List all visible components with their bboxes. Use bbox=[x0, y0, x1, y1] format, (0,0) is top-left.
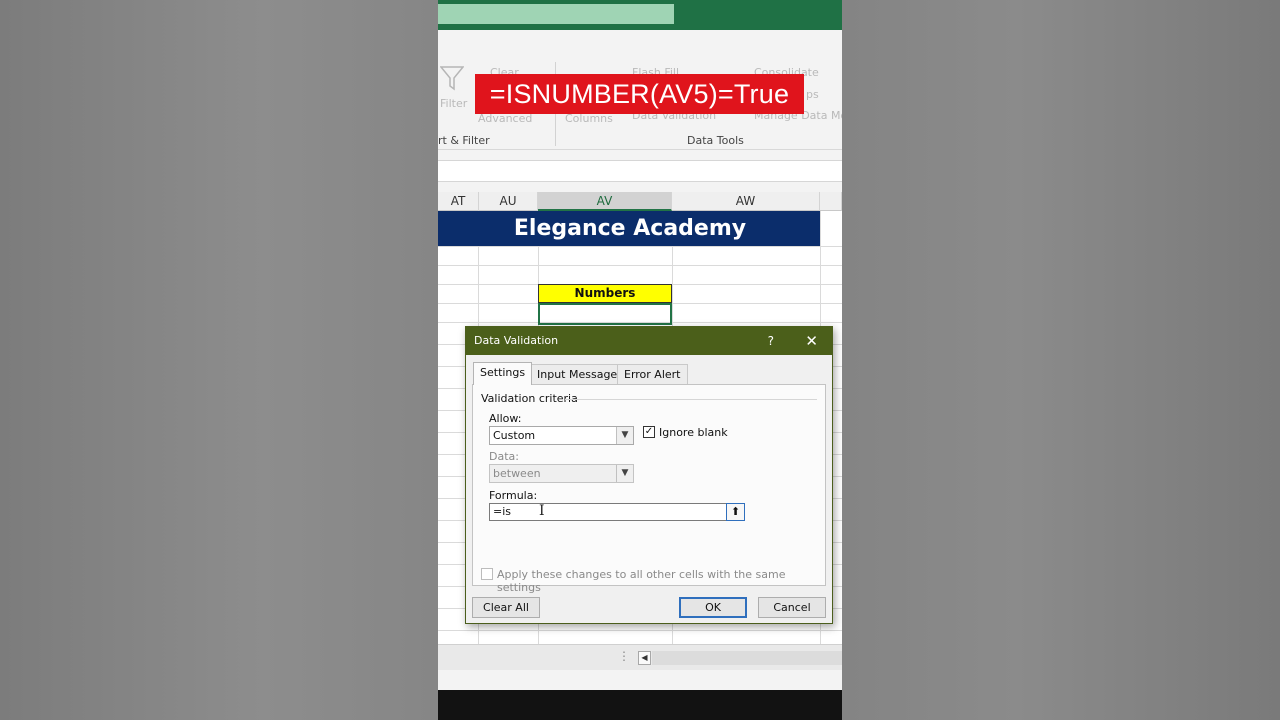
apply-all-checkbox bbox=[481, 568, 493, 580]
tab-settings[interactable]: Settings bbox=[473, 362, 533, 385]
taskbar-strip bbox=[438, 690, 842, 720]
help-icon[interactable]: ? bbox=[768, 327, 774, 355]
numbers-header-cell[interactable]: Numbers bbox=[538, 284, 672, 303]
filter-icon[interactable] bbox=[440, 65, 464, 91]
cancel-button[interactable]: Cancel bbox=[758, 597, 826, 618]
data-tools-group-label: Data Tools bbox=[687, 134, 744, 147]
gridline bbox=[438, 265, 842, 266]
data-label: Data: bbox=[489, 450, 519, 463]
formula-caption-overlay: =ISNUMBER(AV5)=True bbox=[475, 74, 804, 114]
relationships-label[interactable]: ps bbox=[806, 88, 819, 101]
upload-arrow-icon: ⬆ bbox=[730, 505, 741, 518]
filter-button-label[interactable]: Filter bbox=[440, 97, 467, 110]
validation-criteria-heading: Validation criteria bbox=[481, 392, 578, 405]
ignore-blank-label[interactable]: Ignore blank bbox=[659, 426, 728, 439]
title-bar-highlight bbox=[438, 4, 674, 24]
ok-button[interactable]: OK bbox=[679, 597, 747, 618]
formula-input[interactable]: =is bbox=[489, 503, 727, 521]
formula-bar[interactable] bbox=[438, 160, 842, 182]
sort-filter-group-label: rt & Filter bbox=[438, 134, 490, 147]
excel-window: Filter Clear Advanced Columns Flash Fill… bbox=[438, 0, 842, 720]
section-divider bbox=[565, 399, 817, 400]
column-header-next[interactable] bbox=[820, 192, 842, 211]
scroll-left-icon[interactable]: ◀ bbox=[638, 651, 651, 665]
dialog-title: Data Validation bbox=[466, 327, 832, 355]
status-bar bbox=[438, 670, 842, 690]
settings-panel: Validation criteria Allow: Custom ▼ ✓ Ig… bbox=[472, 384, 826, 594]
clear-all-button[interactable]: Clear All bbox=[472, 597, 540, 618]
scroll-track[interactable] bbox=[652, 651, 842, 665]
ignore-blank-checkbox[interactable]: ✓ bbox=[643, 426, 655, 438]
chevron-down-icon[interactable]: ▼ bbox=[616, 427, 633, 444]
data-validation-dialog: Data Validation ? ✕ Settings Input Messa… bbox=[465, 326, 833, 624]
collapse-dialog-button[interactable]: ⬆ bbox=[726, 503, 745, 521]
left-blur-background bbox=[0, 0, 438, 720]
column-header-av[interactable]: AV bbox=[538, 192, 672, 211]
apply-all-label: Apply these changes to all other cells w… bbox=[497, 568, 786, 594]
horizontal-scrollbar[interactable]: ⋮ ◀ bbox=[438, 644, 842, 670]
close-icon[interactable]: ✕ bbox=[805, 327, 818, 355]
allow-label: Allow: bbox=[489, 412, 522, 425]
chevron-down-icon: ▼ bbox=[616, 465, 633, 482]
tab-error-alert[interactable]: Error Alert bbox=[617, 364, 688, 384]
formula-label: Formula: bbox=[489, 489, 538, 502]
right-blur-background bbox=[842, 0, 1280, 720]
text-cursor-icon: I bbox=[539, 503, 545, 519]
allow-select[interactable]: Custom ▼ bbox=[489, 426, 634, 445]
gridline bbox=[438, 630, 842, 631]
more-options-icon[interactable]: ⋮ bbox=[618, 649, 630, 663]
allow-select-value: Custom bbox=[493, 429, 536, 442]
tab-input-message[interactable]: Input Message bbox=[530, 364, 625, 384]
title-bar bbox=[438, 0, 842, 30]
data-select-value: between bbox=[493, 467, 541, 480]
gridline bbox=[438, 246, 842, 247]
data-select: between ▼ bbox=[489, 464, 634, 483]
column-header-aw[interactable]: AW bbox=[672, 192, 820, 211]
formula-input-value: =is bbox=[493, 505, 512, 518]
sheet-banner-title[interactable]: Elegance Academy bbox=[438, 211, 820, 246]
column-header-au[interactable]: AU bbox=[479, 192, 538, 211]
column-header-at[interactable]: AT bbox=[438, 192, 479, 211]
selected-cell[interactable] bbox=[538, 303, 672, 325]
